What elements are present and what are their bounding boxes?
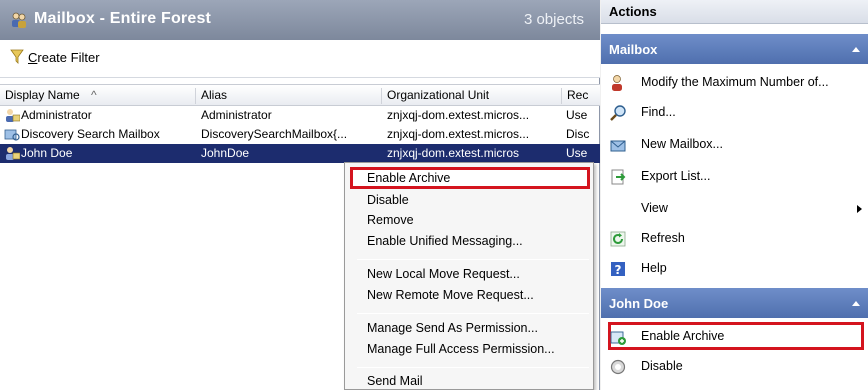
- funnel-icon: [10, 49, 24, 64]
- menu-item-enable-archive[interactable]: Enable Archive: [367, 171, 450, 185]
- column-header-display-name[interactable]: Display Name ^: [0, 88, 196, 104]
- cell-recipient-type: Use: [566, 146, 588, 160]
- collapse-caret-icon: [852, 47, 860, 52]
- cell-display-name: John Doe: [21, 146, 73, 160]
- action-disable[interactable]: Disable: [601, 354, 868, 380]
- pane-title: Mailbox - Entire Forest: [34, 10, 212, 27]
- menu-item-enable-unified-messaging[interactable]: Enable Unified Messaging...: [367, 234, 523, 248]
- submenu-arrow-icon: [857, 205, 862, 213]
- menu-item-new-remote-move-request[interactable]: New Remote Move Request...: [367, 288, 534, 302]
- actions-pane-title: Actions: [601, 0, 868, 24]
- svg-text:?: ?: [615, 263, 622, 277]
- action-enable-archive[interactable]: Enable Archive: [601, 324, 868, 350]
- action-view[interactable]: View: [601, 196, 868, 222]
- grid-header: Display Name ^ Alias Organizational Unit…: [0, 84, 600, 106]
- user-settings-icon: [612, 75, 622, 91]
- new-mailbox-icon: [610, 140, 626, 152]
- cell-alias: JohnDoe: [201, 146, 250, 160]
- cell-organizational-unit: znjxqj-dom.extest.micros: [387, 146, 520, 160]
- cell-recipient-type: Use: [566, 108, 588, 122]
- cell-organizational-unit: znjxqj-dom.extest.micros...: [387, 127, 530, 141]
- menu-item-disable[interactable]: Disable: [367, 193, 409, 207]
- column-header-recipient-type[interactable]: Rec: [562, 88, 600, 104]
- menu-separator: [357, 313, 589, 314]
- cell-display-name: Discovery Search Mailbox: [21, 127, 160, 141]
- cell-alias: Administrator: [201, 108, 272, 122]
- disable-icon: [610, 359, 626, 375]
- column-header-alias[interactable]: Alias: [196, 88, 382, 104]
- cell-recipient-type: Disc: [566, 127, 590, 141]
- menu-item-remove[interactable]: Remove: [367, 213, 414, 227]
- filter-bar: Create Filter: [0, 40, 600, 78]
- user-mailbox-icon: [6, 109, 20, 122]
- menu-separator: [357, 367, 589, 368]
- context-menu: Enable Archive Disable Remove Enable Uni…: [344, 162, 594, 390]
- find-icon: [610, 105, 626, 121]
- mailbox-users-icon: [12, 12, 26, 28]
- action-find[interactable]: Find...: [601, 100, 868, 126]
- menu-item-new-local-move-request[interactable]: New Local Move Request...: [367, 267, 520, 281]
- section-header-mailbox[interactable]: Mailbox: [601, 34, 868, 64]
- discovery-mailbox-icon: [4, 129, 20, 141]
- collapse-caret-icon: [852, 301, 860, 306]
- cell-display-name: Administrator: [21, 108, 92, 122]
- column-header-organizational-unit[interactable]: Organizational Unit: [382, 88, 562, 104]
- object-count: 3 objects: [523, 11, 584, 28]
- user-mailbox-icon: [6, 147, 20, 160]
- create-filter-label: reate Filter: [37, 49, 100, 65]
- sort-ascending-icon: ^: [91, 88, 97, 102]
- create-filter-button[interactable]: Create Filter: [10, 49, 100, 65]
- action-new-mailbox[interactable]: New Mailbox...: [601, 132, 868, 158]
- export-icon: [611, 169, 626, 185]
- menu-item-manage-send-as-permission[interactable]: Manage Send As Permission...: [367, 321, 538, 335]
- result-pane: Mailbox - Entire Forest 3 objects Create…: [0, 0, 600, 390]
- action-help[interactable]: ? Help: [601, 256, 868, 282]
- action-modify-maximum-number[interactable]: Modify the Maximum Number of...: [601, 70, 868, 96]
- refresh-icon: [610, 231, 626, 247]
- pane-header: Mailbox - Entire Forest 3 objects: [0, 0, 600, 40]
- actions-pane: Actions Mailbox Modify the Maximum Numbe…: [601, 0, 868, 390]
- action-refresh[interactable]: Refresh: [601, 226, 868, 252]
- menu-separator: [357, 259, 589, 260]
- table-row[interactable]: Discovery Search Mailbox DiscoverySearch…: [0, 125, 600, 144]
- section-header-john-doe[interactable]: John Doe: [601, 288, 868, 318]
- menu-item-manage-full-access-permission[interactable]: Manage Full Access Permission...: [367, 342, 555, 356]
- enable-archive-icon: [610, 331, 626, 345]
- cell-organizational-unit: znjxqj-dom.extest.micros...: [387, 108, 530, 122]
- help-icon: ?: [611, 262, 625, 277]
- create-filter-accelerator: C: [28, 49, 38, 65]
- action-export-list[interactable]: Export List...: [601, 164, 868, 190]
- cell-alias: DiscoverySearchMailbox{...: [201, 127, 348, 141]
- table-row[interactable]: Administrator Administrator znjxqj-dom.e…: [0, 106, 600, 125]
- menu-item-send-mail[interactable]: Send Mail: [367, 374, 423, 388]
- table-row-selected[interactable]: John Doe JohnDoe znjxqj-dom.extest.micro…: [0, 144, 600, 163]
